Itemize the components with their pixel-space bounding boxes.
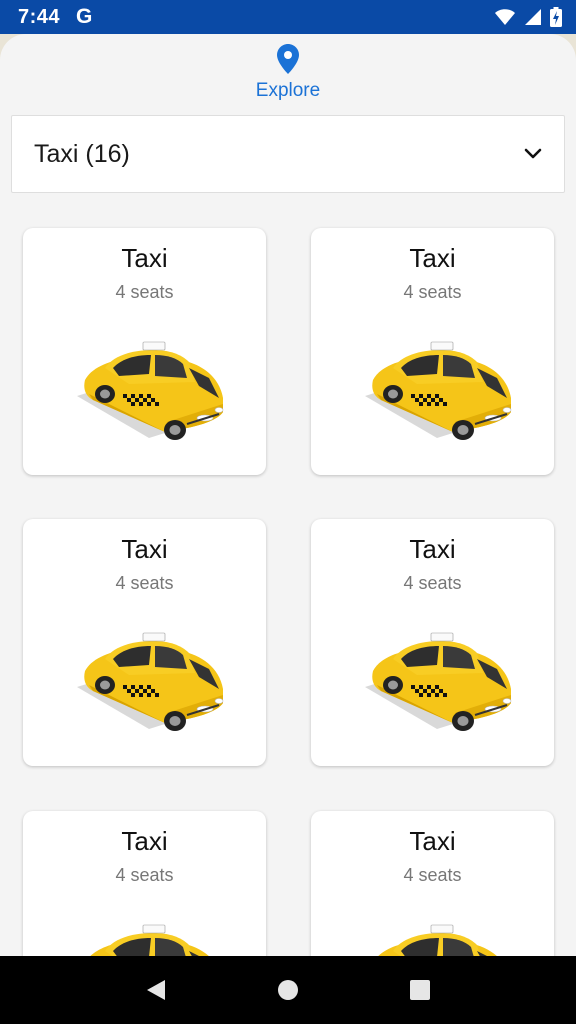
taxi-car-image (357, 338, 517, 448)
vehicle-seats: 4 seats (115, 865, 174, 885)
category-dropdown[interactable]: Taxi (16) (11, 115, 565, 193)
battery-charging-icon (550, 7, 562, 27)
vehicle-seats: 4 seats (403, 282, 462, 302)
vehicle-card[interactable]: Taxi 4 seats (23, 519, 266, 766)
vehicle-card[interactable]: Taxi 4 seats (311, 228, 554, 475)
status-icons (494, 7, 562, 27)
chevron-down-icon (524, 148, 542, 159)
vehicle-title: Taxi (409, 534, 456, 564)
vehicle-card[interactable]: Taxi 4 seats (23, 228, 266, 475)
navigation-bar (0, 956, 576, 1024)
recents-button[interactable] (390, 960, 450, 1020)
vehicle-seats: 4 seats (115, 573, 174, 593)
vehicle-card[interactable]: Taxi 4 seats (311, 811, 554, 956)
explore-label: Explore (255, 80, 321, 101)
explore-tab[interactable]: Explore (238, 40, 338, 104)
location-pin-icon (277, 44, 299, 74)
taxi-car-image (69, 338, 229, 448)
home-icon (278, 980, 298, 1000)
vehicle-title: Taxi (409, 826, 456, 856)
vehicle-seats: 4 seats (403, 865, 462, 885)
vehicle-seats: 4 seats (403, 573, 462, 593)
vehicle-title: Taxi (121, 243, 168, 273)
vehicle-title: Taxi (121, 534, 168, 564)
status-time: 7:44 (18, 5, 61, 28)
taxi-car-image (357, 921, 517, 956)
vehicle-seats: 4 seats (115, 282, 174, 302)
google-icon: G (76, 5, 93, 28)
taxi-car-image (69, 629, 229, 739)
status-bar: 7:44 G (0, 0, 576, 34)
home-button[interactable] (258, 960, 318, 1020)
taxi-car-image (69, 921, 229, 956)
vehicle-card[interactable]: Taxi 4 seats (311, 519, 554, 766)
category-dropdown-value: Taxi (16) (34, 139, 130, 168)
taxi-car-image (357, 629, 517, 739)
signal-icon (525, 9, 541, 25)
recents-icon (410, 980, 430, 1000)
vehicle-title: Taxi (121, 826, 168, 856)
vehicle-card[interactable]: Taxi 4 seats (23, 811, 266, 956)
vehicle-title: Taxi (409, 243, 456, 273)
back-icon (147, 980, 165, 1000)
back-button[interactable] (126, 960, 186, 1020)
bottom-sheet: Explore Taxi (16) Taxi 4 seats Taxi 4 se… (0, 34, 576, 956)
wifi-icon (495, 9, 515, 25)
